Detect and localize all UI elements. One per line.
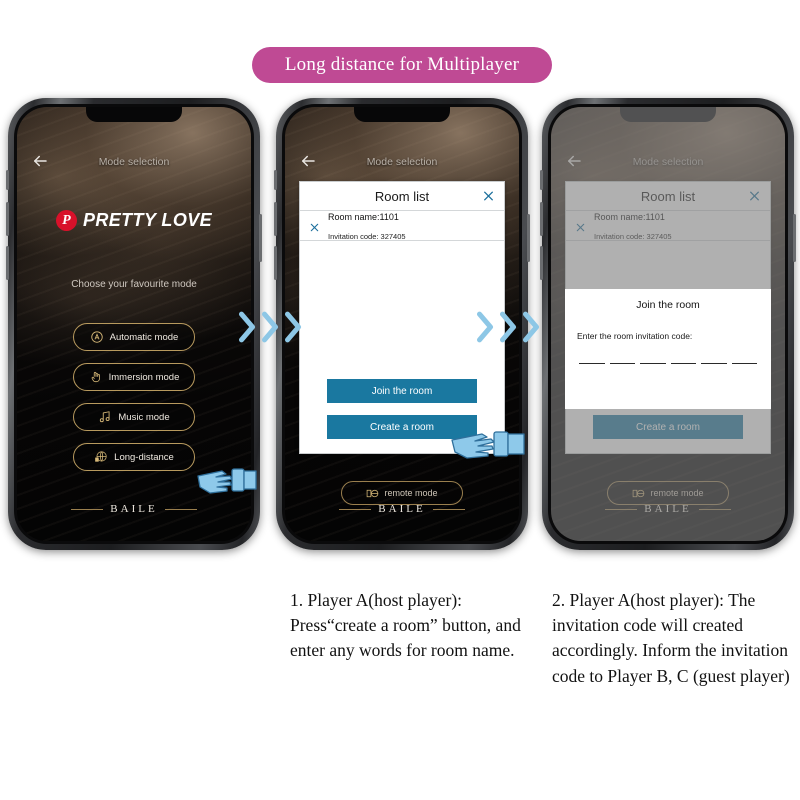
phone-2-power-button[interactable]	[527, 214, 530, 262]
back-arrow-icon[interactable]	[299, 152, 317, 170]
hand-touch-icon	[89, 370, 103, 384]
close-icon[interactable]	[309, 220, 320, 232]
choose-mode-prompt: Choose your favourite mode	[71, 279, 197, 290]
join-room-modal: Join the room Enter the room invitation …	[565, 289, 771, 409]
join-the-room-button[interactable]: Join the room	[327, 379, 477, 403]
phone-1-volume-up[interactable]	[6, 202, 9, 236]
code-blank[interactable]	[701, 363, 727, 364]
remote-mode-chip[interactable]: remote mode	[341, 481, 463, 505]
app-header: Mode selection	[17, 152, 251, 172]
room-list-row[interactable]: Room name:1101 Invitation code: 327405	[300, 211, 504, 241]
phone-3-bezel: Mode selection remote mode BAILE Room li…	[548, 104, 788, 544]
chevron-right-icon	[520, 308, 542, 346]
invitation-code-line: Invitation code: 327405	[328, 232, 406, 241]
code-blank[interactable]	[609, 363, 635, 364]
page-title-banner: Long distance for Multiplayer	[252, 47, 552, 83]
brand-name: PRETTY LOVE	[82, 210, 213, 230]
chevron-right-icon	[259, 308, 281, 346]
room-name-value: 1101	[379, 211, 399, 222]
globe-lock-icon	[94, 450, 108, 464]
app-header-title: Mode selection	[98, 156, 170, 168]
phone-1-mute-switch[interactable]	[6, 170, 9, 190]
room-list-title: Room list	[374, 188, 430, 204]
caption-step-1: 1. Player A(host player): Press“create a…	[290, 590, 521, 661]
phone-3-screen: Mode selection remote mode BAILE Room li…	[551, 107, 785, 541]
invitation-code-input[interactable]	[577, 363, 759, 364]
room-name-label: Room name:	[328, 211, 380, 222]
hand-pointer-icon	[450, 418, 526, 468]
page-root: Long distance for Multiplayer Mode selec…	[0, 0, 800, 800]
back-arrow-icon[interactable]	[31, 152, 49, 170]
remote-mode-icon	[366, 487, 379, 500]
phone-1-volume-down[interactable]	[6, 246, 9, 280]
phone-3-volume-down[interactable]	[540, 246, 543, 280]
code-blank[interactable]	[579, 363, 605, 364]
chevron-right-icon	[497, 308, 519, 346]
phone-1-footer: BAILE	[17, 503, 251, 515]
footer-rule-right	[432, 508, 465, 510]
room-name-line: Room name:1101	[328, 212, 399, 222]
app-header: Mode selection	[285, 152, 519, 172]
remote-mode-label: remote mode	[384, 488, 438, 498]
phone-3-mute-switch[interactable]	[540, 170, 543, 190]
letter-a-circle-icon	[90, 330, 104, 344]
phone-3: Mode selection remote mode BAILE Room li…	[540, 98, 796, 550]
room-list-row-texts: Room name:1101 Invitation code: 327405	[328, 207, 406, 245]
phone-3-power-button[interactable]	[793, 214, 796, 262]
code-blank[interactable]	[731, 363, 757, 364]
phone-1-power-button[interactable]	[259, 214, 262, 262]
chevron-right-icon	[282, 308, 304, 346]
mode-label: Long-distance	[114, 451, 174, 463]
mode-label: Automatic mode	[109, 331, 179, 343]
code-blank[interactable]	[670, 363, 696, 364]
flow-arrow-group-1	[236, 308, 304, 346]
app-header-title: Mode selection	[366, 156, 438, 168]
footer-rule-right	[164, 508, 197, 510]
chevron-right-icon	[236, 308, 258, 346]
phone-3-volume-up[interactable]	[540, 202, 543, 236]
mode-list: Automatic mode Immersion mode Music mode	[17, 323, 251, 471]
page-title: Long distance for Multiplayer	[284, 54, 520, 75]
code-blank[interactable]	[640, 363, 666, 364]
mode-button-music[interactable]: Music mode	[73, 403, 195, 431]
brand-logo-icon: P	[55, 210, 77, 231]
mode-button-immersion[interactable]: Immersion mode	[73, 363, 195, 391]
invitation-code-value: 327405	[380, 231, 406, 241]
mode-button-automatic[interactable]: Automatic mode	[73, 323, 195, 351]
phone-2-volume-up[interactable]	[274, 202, 277, 236]
caption-step-2: 2. Player A(host player): The invitation…	[552, 590, 790, 686]
invitation-code-prompt: Enter the room invitation code:	[577, 331, 693, 341]
invitation-code-label: Invitation code:	[328, 231, 379, 241]
phone-1-notch	[86, 107, 182, 122]
phone-2-notch	[354, 107, 450, 122]
close-icon[interactable]	[482, 190, 495, 203]
mode-button-long-distance[interactable]: Long-distance	[73, 443, 195, 471]
footer-brand: BAILE	[378, 503, 426, 515]
chevron-right-icon	[474, 308, 496, 346]
footer-brand: BAILE	[110, 503, 158, 515]
music-note-icon	[98, 410, 112, 424]
footer-rule-left	[71, 508, 104, 510]
footer-rule-left	[339, 508, 372, 510]
room-list-header: Room list	[300, 182, 504, 211]
phone-2-footer: BAILE	[285, 503, 519, 515]
phone-2-mute-switch[interactable]	[274, 170, 277, 190]
phone-2-volume-down[interactable]	[274, 246, 277, 280]
hand-pointer-icon	[196, 456, 258, 502]
mode-label: Immersion mode	[108, 371, 180, 383]
mode-label: Music mode	[118, 411, 170, 423]
join-room-modal-title: Join the room	[636, 299, 700, 311]
brand-lockup: P PRETTY LOVE	[17, 210, 251, 231]
flow-arrow-group-2	[474, 308, 542, 346]
